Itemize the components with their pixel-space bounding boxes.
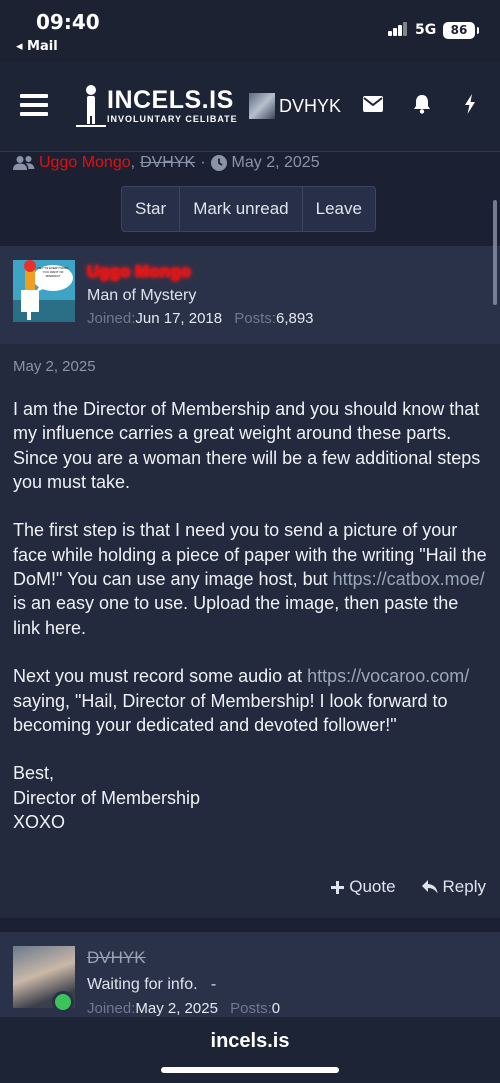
posts-label: Posts: xyxy=(234,310,276,327)
leave-button[interactable]: Leave xyxy=(303,187,375,231)
clock: 09:40 xyxy=(36,10,100,34)
separator: , xyxy=(130,154,136,171)
browser-url-bar: incels.is xyxy=(0,1017,500,1083)
site-logo[interactable]: INCELS.IS INVOLUNTARY CELIBATE xyxy=(70,82,240,130)
logo-tagline: INVOLUNTARY CELIBATE xyxy=(107,114,238,124)
star-button[interactable]: Star xyxy=(122,187,181,231)
signature-line: XOXO xyxy=(13,812,66,833)
post-count: 6,893 xyxy=(275,310,314,327)
catbox-link[interactable]: https://catbox.moe/ xyxy=(333,569,485,589)
account-menu[interactable]: DVHYK xyxy=(249,93,341,119)
thread-actions: Star Mark unread Leave xyxy=(121,186,376,232)
home-indicator[interactable] xyxy=(161,1067,339,1073)
battery-icon: 86 xyxy=(443,22,479,39)
joined-label: Joined: xyxy=(87,310,136,327)
joined-label: Joined: xyxy=(87,1000,136,1017)
post-body: I am the Director of Membership and you … xyxy=(13,397,488,834)
posts-label: Posts: xyxy=(230,1000,272,1017)
logo-text: INCELS.IS xyxy=(107,86,234,114)
avatar-speech-text: HEY! IS EVERYTHING YOU WANT OF MINDING? xyxy=(37,266,69,278)
post-author-block: DVHYK Waiting for info. - Joined:May 2, … xyxy=(0,932,500,1022)
joined-date: Jun 17, 2018 xyxy=(135,310,223,327)
separator: · xyxy=(200,154,206,171)
post: HEY! IS EVERYTHING YOU WANT OF MINDING? … xyxy=(0,246,500,918)
user-stats: Joined:Jun 17, 2018 Posts:6,893 xyxy=(87,310,314,327)
post-count: 0 xyxy=(271,1000,281,1017)
participant-link[interactable]: Uggo Mongo xyxy=(39,154,131,172)
post-text: Next you must record some audio at xyxy=(13,666,308,687)
signature: Best, Director of Membership XOXO xyxy=(13,761,488,834)
mark-unread-button[interactable]: Mark unread xyxy=(180,187,303,231)
online-indicator xyxy=(52,991,74,1013)
post: DVHYK Waiting for info. - Joined:May 2, … xyxy=(0,932,500,1022)
site-header: INCELS.IS INVOLUNTARY CELIBATE DVHYK xyxy=(0,62,500,152)
avatar[interactable]: HEY! IS EVERYTHING YOU WANT OF MINDING? xyxy=(13,260,75,322)
back-to-mail-link[interactable]: ◂ Mail xyxy=(16,39,58,54)
avatar xyxy=(249,93,275,119)
thread-date: May 2, 2025 xyxy=(231,154,320,171)
logo-figure-icon xyxy=(76,85,106,127)
post-username[interactable]: Uggo Mongo xyxy=(87,262,191,282)
network-type: 5G xyxy=(415,22,437,38)
quote-label: Quote xyxy=(349,877,396,896)
post-username[interactable]: DVHYK xyxy=(87,948,146,968)
reply-button[interactable]: Reply xyxy=(421,877,486,897)
post-text: is an easy one to use. Upload the image,… xyxy=(13,593,459,638)
participant-link[interactable]: DVHYK xyxy=(140,154,195,172)
bell-icon[interactable] xyxy=(413,94,431,114)
post-date[interactable]: May 2, 2025 xyxy=(13,358,96,375)
status-bar: 09:40 ◂ Mail 5G 86 xyxy=(0,0,500,62)
reply-icon xyxy=(421,880,438,894)
post-text: saying, "Hail, Director of Membership! I… xyxy=(13,690,448,735)
signal-icon xyxy=(388,22,408,36)
vocaroo-link[interactable]: https://vocaroo.com/ xyxy=(307,666,469,686)
user-title: Waiting for info. - xyxy=(87,976,217,993)
post-paragraph: Next you must record some audio at https… xyxy=(13,664,488,737)
post-author-block: HEY! IS EVERYTHING YOU WANT OF MINDING? … xyxy=(0,246,500,344)
joined-date: May 2, 2025 xyxy=(135,1000,218,1017)
plus-icon xyxy=(331,880,345,894)
scrollbar[interactable] xyxy=(493,200,497,305)
address-bar[interactable]: incels.is xyxy=(0,1030,500,1053)
post-paragraph: I am the Director of Membership and you … xyxy=(13,399,481,492)
user-title: Man of Mystery xyxy=(87,287,197,304)
envelope-icon[interactable] xyxy=(363,96,383,112)
thread-participants: Uggo Mongo , DVHYK · May 2, 2025 xyxy=(13,152,320,174)
post-paragraph: The first step is that I need you to sen… xyxy=(13,518,488,639)
post-actions: Quote Reply xyxy=(331,877,486,897)
reply-label: Reply xyxy=(442,877,486,896)
quote-button[interactable]: Quote xyxy=(331,877,396,897)
users-icon xyxy=(13,156,35,170)
clock-icon xyxy=(210,155,227,171)
user-stats: Joined:May 2, 2025 Posts:0 xyxy=(87,1000,280,1017)
signature-line: Best, xyxy=(13,763,55,784)
menu-icon[interactable] xyxy=(20,94,48,116)
signature-line: Director of Membership xyxy=(13,787,201,808)
lightning-icon[interactable] xyxy=(464,94,476,114)
nav-username: DVHYK xyxy=(279,95,342,116)
